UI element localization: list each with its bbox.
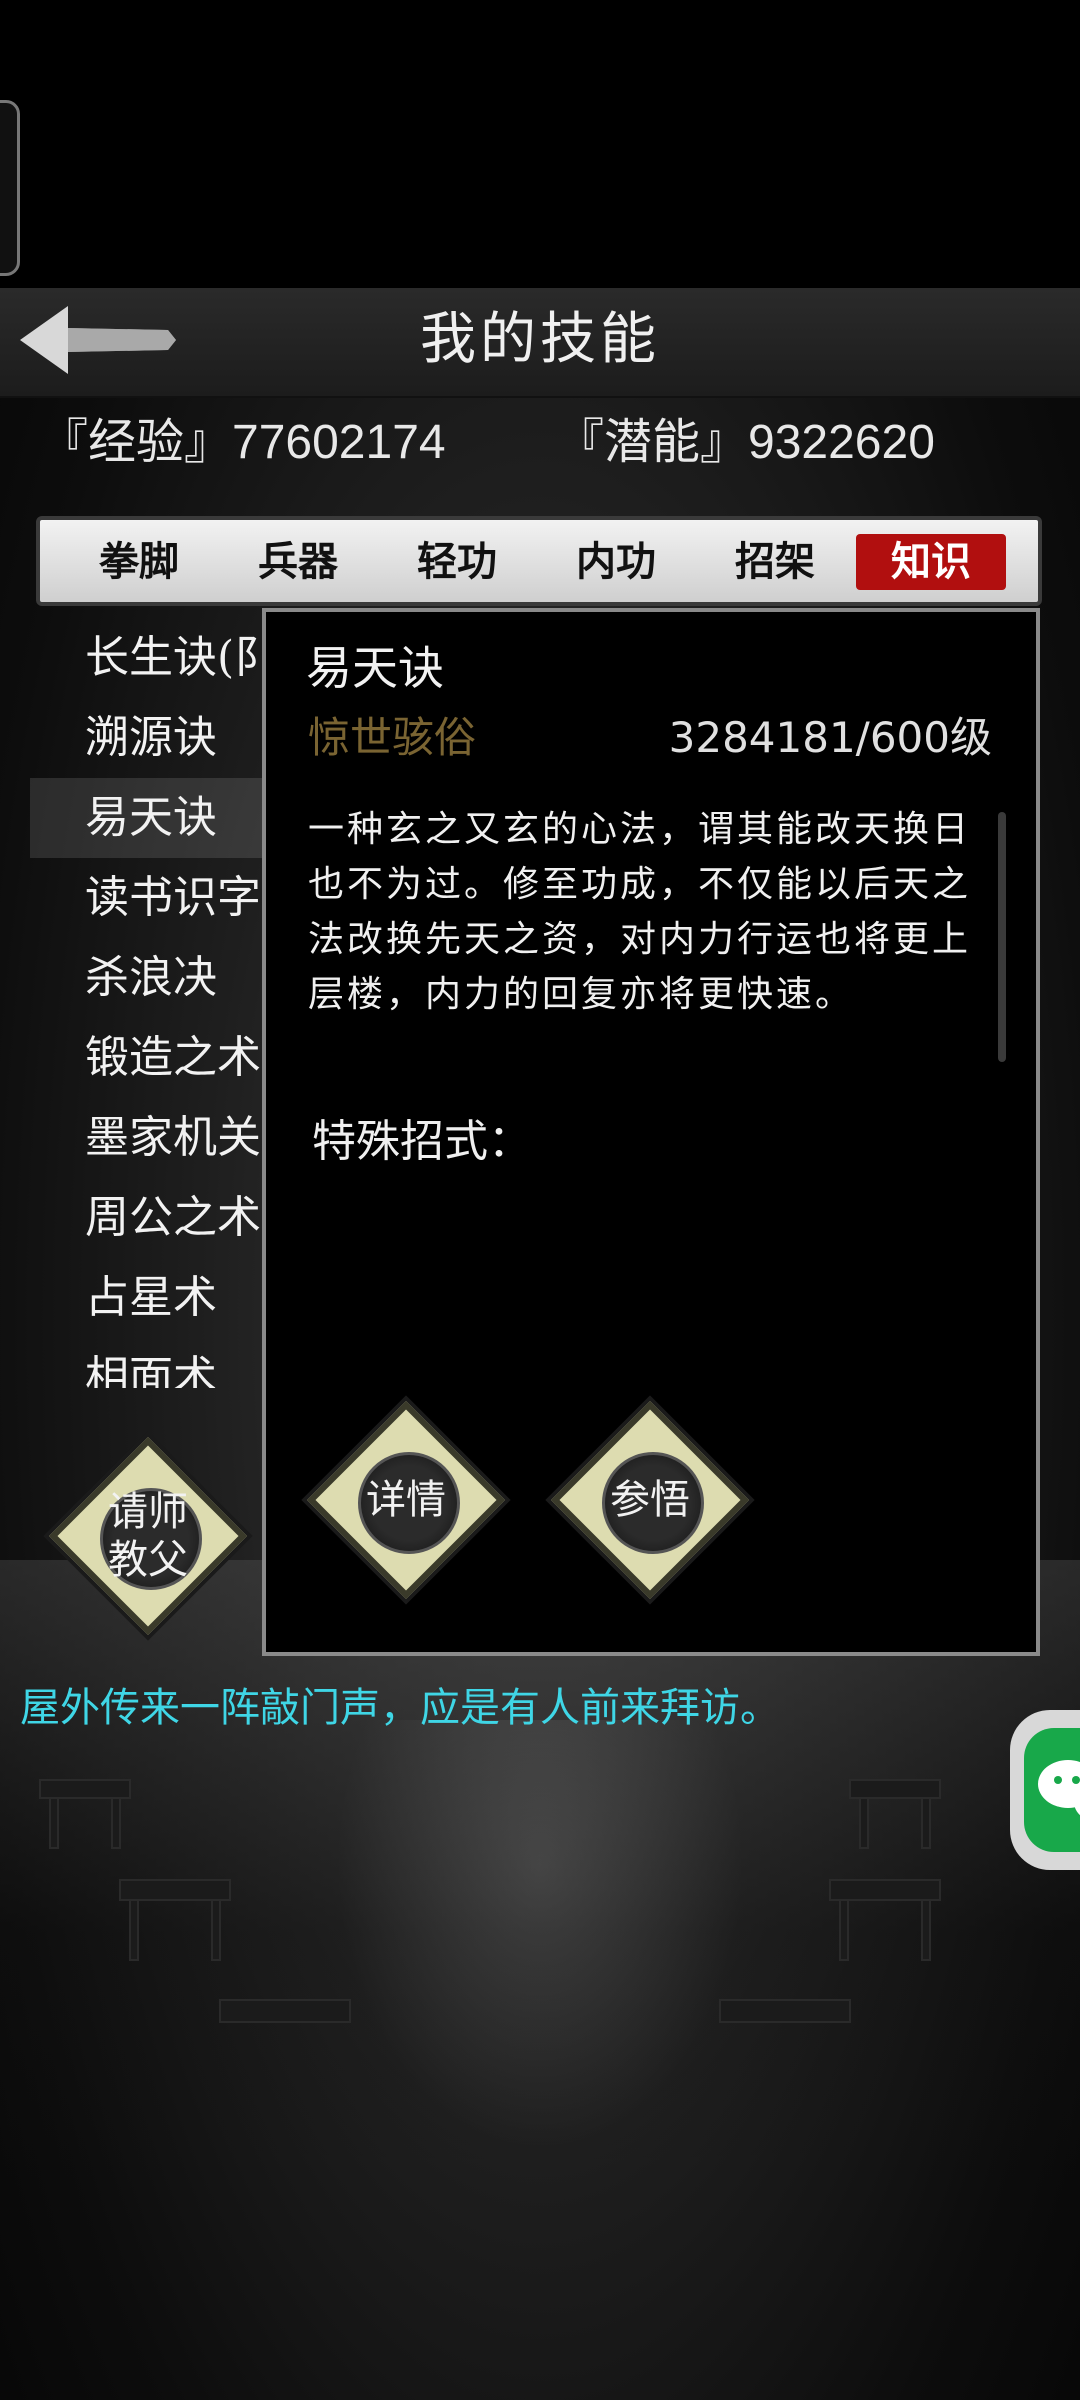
teacher-line2: 教父 (108, 1537, 188, 1583)
teacher-button[interactable]: 请师 教父 (48, 1436, 248, 1636)
list-item[interactable]: 墨家机关 (30, 1098, 270, 1178)
skill-list[interactable]: 长生诀(阝 溯源诀 易天诀 读书识字 杀浪决 锻造之术 墨家机关 周公之术 占星… (30, 618, 270, 1388)
skill-detail-title: 易天诀 (306, 641, 444, 695)
detail-button[interactable]: 详情 (306, 1400, 506, 1600)
skill-description: 一种玄之又玄的心法，谓其能改天换日也不为过。修至功成，不仅能以后天之法改换先天之… (308, 809, 972, 1015)
list-item[interactable]: 杀浪决 (30, 938, 270, 1018)
skill-detail-panel: 易天诀 惊世骇俗 3284181/600级 一种玄之又玄的心法，谓其能改天换日也… (262, 608, 1040, 1656)
exp-value: 77602174 (232, 416, 446, 469)
list-item[interactable]: 溯源诀 (30, 698, 270, 778)
potential-value: 9322620 (748, 416, 935, 469)
tab-parry[interactable]: 招架 (700, 534, 850, 590)
tab-lightness[interactable]: 轻功 (382, 534, 532, 590)
tab-inner[interactable]: 内功 (541, 534, 691, 590)
chat-bubble-icon (1024, 1728, 1080, 1852)
tab-fist[interactable]: 拳脚 (64, 534, 214, 590)
list-item[interactable]: 读书识字 (30, 858, 270, 938)
tab-weapon[interactable]: 兵器 (223, 534, 373, 590)
exp-stat: 『经验』77602174 (40, 410, 446, 475)
list-item[interactable]: 长生诀(阝 (30, 618, 270, 698)
potential-label: 『潜能』 (556, 414, 749, 470)
tab-knowledge[interactable]: 知识 (856, 534, 1006, 590)
skill-rank: 惊世骇俗 (308, 713, 477, 762)
exp-label: 『经验』 (40, 414, 233, 470)
special-moves-label: 特殊招式： (312, 1116, 532, 1167)
potential-stat: 『潜能』9322620 (556, 410, 935, 475)
teacher-line1: 请师 (108, 1489, 188, 1535)
top-black-area (0, 0, 1080, 288)
page-title: 我的技能 (420, 307, 660, 372)
description-scrollbar[interactable] (998, 812, 1006, 1062)
comprehend-button-label: 参悟 (610, 1477, 690, 1523)
list-item[interactable]: 相面术 (30, 1338, 270, 1388)
event-message: 屋外传来一阵敲门声，应是有人前来拜访。 (20, 1685, 780, 1731)
list-item[interactable]: 占星术 (30, 1258, 270, 1338)
teacher-button-label: 请师 教父 (48, 1436, 248, 1636)
list-item[interactable]: 锻造之术 (30, 1018, 270, 1098)
skill-level: 3284181/600级 (668, 713, 992, 762)
detail-button-label: 详情 (366, 1477, 446, 1523)
category-tabs: 拳脚 兵器 轻功 内功 招架 知识 (36, 516, 1042, 606)
edge-handle[interactable] (0, 100, 20, 276)
list-item[interactable]: 周公之术 (30, 1178, 270, 1258)
chat-button[interactable] (1010, 1710, 1080, 1870)
list-item[interactable]: 易天诀 (30, 778, 270, 858)
comprehend-button[interactable]: 参悟 (550, 1400, 750, 1600)
